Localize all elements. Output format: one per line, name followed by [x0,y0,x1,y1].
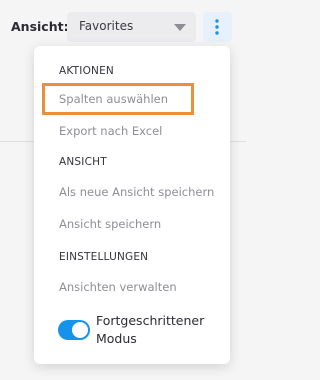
background-divider [230,141,246,142]
background-divider [0,141,34,142]
toggle-knob [72,322,88,338]
menu-item-ansichten-verwalten[interactable]: Ansichten verwalten [59,280,177,294]
advanced-mode-toggle[interactable] [58,320,90,340]
menu-item-spalten-auswaehlen[interactable]: Spalten auswählen [59,92,168,106]
view-label: Ansicht: [11,19,69,34]
menu-item-als-neue-ansicht-speichern[interactable]: Als neue Ansicht speichern [59,185,214,199]
view-select-value: Favorites [79,19,134,33]
view-select[interactable]: Favorites [67,12,196,42]
section-header-einstellungen: EINSTELLUNGEN [59,251,149,263]
menu-item-ansicht-speichern[interactable]: Ansicht speichern [59,217,161,231]
advanced-mode-label: Fortgeschrittener Modus [96,313,205,346]
chevron-down-icon [174,24,186,31]
section-header-ansicht: ANSICHT [59,156,107,168]
options-menu: AKTIONEN Spalten auswählen Export nach E… [34,46,230,364]
section-header-aktionen: AKTIONEN [59,65,114,77]
more-vertical-icon [215,19,219,35]
more-options-button[interactable] [203,12,232,42]
menu-item-export-nach-excel[interactable]: Export nach Excel [59,124,162,138]
